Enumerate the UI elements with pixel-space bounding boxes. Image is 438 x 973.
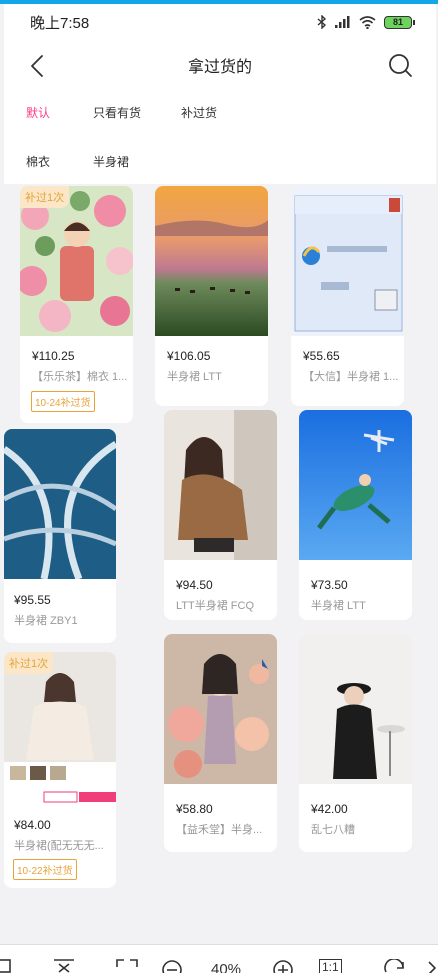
viewer-toolbar: 40% 1:1 xyxy=(0,944,438,973)
product-card[interactable]: 补过1次 ¥110.25 【乐乐茶】棉衣 1... 10-24补过货 xyxy=(20,186,133,423)
filter-restocked[interactable]: 补过货 xyxy=(181,104,217,121)
product-name: 【大信】半身裙 1... xyxy=(303,371,399,383)
more-chevron-icon[interactable] xyxy=(428,961,436,973)
nav-bar: 拿过货的 xyxy=(4,40,436,90)
product-name: 半身裙(配无无无... xyxy=(14,840,104,852)
filter-cotton-coat[interactable]: 棉衣 xyxy=(26,153,50,170)
product-card[interactable]: ¥94.50 LTT半身裙 FCQ xyxy=(164,410,277,620)
restock-date-tag: 10-22补过货 xyxy=(13,859,77,880)
fit-screen-icon[interactable] xyxy=(116,959,138,973)
product-image xyxy=(4,652,116,804)
product-name: 半身裙 LTT xyxy=(311,600,366,612)
zoom-level: 40% xyxy=(211,961,242,973)
signal-icon xyxy=(335,16,350,28)
status-time: 晚上7:58 xyxy=(30,14,90,32)
product-price: ¥110.25 xyxy=(32,349,75,363)
fit-width-icon[interactable] xyxy=(53,959,75,973)
battery-level: 81 xyxy=(392,17,403,27)
product-name: 半身裙 LTT xyxy=(167,371,222,383)
product-price: ¥58.80 xyxy=(176,802,213,816)
filter-bar: 默认 只看有货 补过货 棉衣 半身裙 xyxy=(4,90,436,184)
product-image xyxy=(291,186,404,336)
wifi-icon xyxy=(359,15,376,29)
product-name: 乱七八糟 xyxy=(311,824,355,836)
zoom-out-icon[interactable] xyxy=(161,959,183,973)
product-card[interactable]: 补过1次 ¥84.00 半身裙(配无无无... 10-22补过货 xyxy=(4,652,116,888)
product-image xyxy=(299,410,412,560)
back-icon[interactable] xyxy=(24,52,52,80)
product-image xyxy=(4,429,116,579)
product-card[interactable]: ¥95.55 半身裙 ZBY1 xyxy=(4,429,116,643)
filter-skirt[interactable]: 半身裙 xyxy=(93,153,129,170)
product-price: ¥84.00 xyxy=(14,818,51,832)
restock-count-badge: 补过1次 xyxy=(4,652,54,674)
restock-count-badge: 补过1次 xyxy=(20,186,70,208)
bluetooth-icon xyxy=(317,15,327,29)
product-name: LTT半身裙 FCQ xyxy=(176,600,255,612)
product-name: 半身裙 ZBY1 xyxy=(14,615,78,627)
product-price: ¥106.05 xyxy=(167,349,211,363)
panel-icon[interactable] xyxy=(0,959,12,973)
restock-date-tag: 10-24补过货 xyxy=(31,391,95,412)
product-name: 【乐乐茶】棉衣 1... xyxy=(32,371,128,383)
product-name: 【益禾堂】半身... xyxy=(176,824,263,836)
product-image xyxy=(299,634,412,784)
product-card[interactable]: ¥73.50 半身裙 LTT xyxy=(299,410,412,620)
actual-size-button[interactable]: 1:1 xyxy=(319,959,342,973)
search-icon[interactable] xyxy=(386,51,414,79)
status-icons: 81 xyxy=(317,15,415,29)
product-price: ¥95.55 xyxy=(14,593,51,607)
product-image xyxy=(164,634,277,784)
phone-screen: 晚上7:58 81 拿过货的 默认 只看有货 补过货 棉衣 半身裙 补过1次 ¥… xyxy=(4,4,436,944)
filter-in-stock[interactable]: 只看有货 xyxy=(93,104,141,121)
battery-icon: 81 xyxy=(384,15,415,29)
rotate-icon[interactable] xyxy=(383,959,407,973)
product-price: ¥55.65 xyxy=(303,349,340,363)
product-card[interactable]: ¥58.80 【益禾堂】半身... xyxy=(164,634,277,852)
product-image xyxy=(164,410,277,560)
page-title: 拿过货的 xyxy=(187,59,252,76)
product-card[interactable]: ¥55.65 【大信】半身裙 1... xyxy=(291,186,404,406)
filter-default[interactable]: 默认 xyxy=(26,104,50,121)
product-price: ¥42.00 xyxy=(311,802,348,816)
product-price: ¥73.50 xyxy=(311,578,348,592)
product-image xyxy=(20,186,133,336)
product-price: ¥94.50 xyxy=(176,578,213,592)
product-image xyxy=(155,186,268,336)
product-card[interactable]: ¥42.00 乱七八糟 xyxy=(299,634,412,852)
status-bar: 晚上7:58 81 xyxy=(4,4,436,40)
zoom-in-icon[interactable] xyxy=(272,959,294,973)
product-card[interactable]: ¥106.05 半身裙 LTT xyxy=(155,186,268,406)
